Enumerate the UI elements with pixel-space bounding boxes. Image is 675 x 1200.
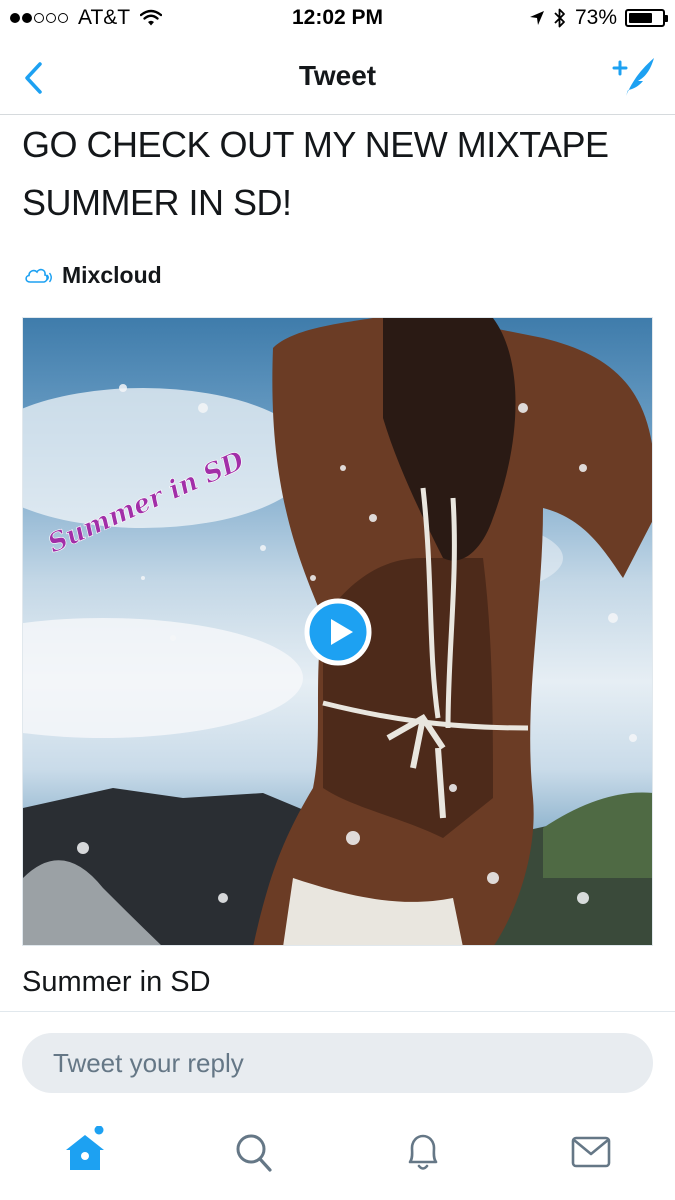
card-title[interactable]: Summer in SD (22, 966, 211, 999)
location-arrow-icon (529, 11, 544, 25)
signal-dot (10, 13, 20, 23)
overlay-title-text: Summer in SD (44, 446, 250, 559)
cloud-icon (25, 268, 52, 283)
compose-tweet-icon (612, 58, 654, 96)
divider (0, 1011, 675, 1012)
search-icon (236, 1134, 272, 1172)
tab-messages[interactable] (566, 1126, 616, 1176)
home-icon (66, 1126, 104, 1170)
tweet-text: GO CHECK OUT MY NEW MIXTAPE SUMMER IN SD… (22, 124, 609, 223)
wifi-icon (140, 9, 163, 26)
reply-input[interactable]: Tweet your reply (22, 1033, 653, 1093)
compose-tweet-button[interactable] (611, 54, 657, 100)
page-title: Tweet (298, 60, 377, 91)
nav-bar: Tweet (0, 38, 675, 115)
status-bar: AT&T 12:02 PM 73% (0, 0, 675, 38)
status-right: 73% (521, 6, 668, 30)
chevron-left-icon (25, 62, 42, 94)
battery-percent: 73% (574, 6, 617, 29)
signal-dot (34, 13, 44, 23)
play-icon (304, 598, 372, 666)
card-image-overlay-text: Summer in SD (43, 446, 250, 560)
card-source[interactable]: Mixcloud (24, 262, 162, 289)
bell-icon (408, 1134, 438, 1170)
battery-cap (665, 15, 668, 22)
signal-dot (22, 13, 32, 23)
tab-search[interactable] (228, 1126, 278, 1176)
bluetooth-icon (554, 8, 565, 28)
tab-home[interactable] (60, 1126, 110, 1176)
signal-dot (46, 13, 56, 23)
card-image[interactable]: Summer in SD (22, 317, 653, 946)
back-button[interactable] (20, 58, 50, 98)
tab-bar (0, 1110, 675, 1200)
signal-strength-icon (10, 13, 70, 23)
battery-icon (625, 9, 668, 27)
envelope-icon (571, 1136, 611, 1168)
play-button[interactable] (304, 598, 372, 666)
status-left: AT&T (10, 6, 163, 30)
notification-dot (94, 1126, 104, 1135)
carrier-name: AT&T (78, 6, 131, 29)
tab-notifications[interactable] (398, 1126, 448, 1176)
card-source-name: Mixcloud (62, 262, 162, 288)
signal-dot (58, 13, 68, 23)
battery-level (629, 13, 653, 23)
